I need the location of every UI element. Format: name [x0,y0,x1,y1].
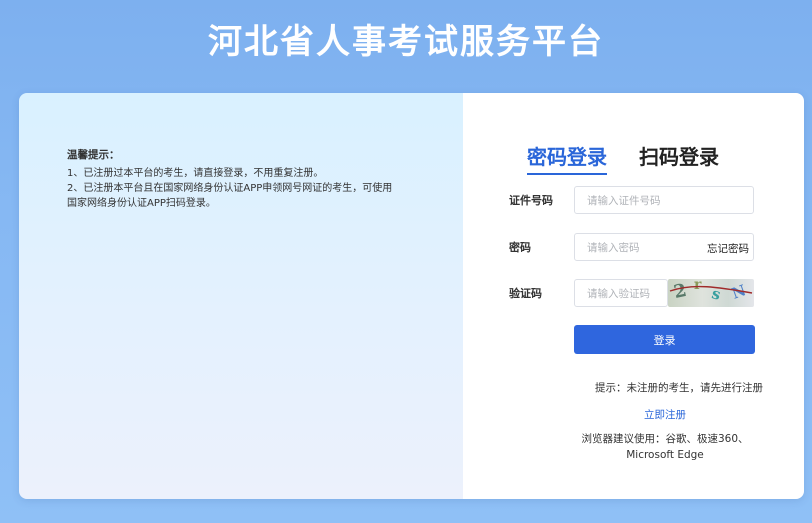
notice-panel: 温馨提示： 1、已注册过本平台的考生，请直接登录，不用重复注册。 2、已注册本平… [19,93,463,499]
notice-line-2: 2、已注册本平台且在国家网络身份认证APP申领网号网证的考生，可使用国家网络身份… [67,183,393,209]
tab-qrcode-login[interactable]: 扫码登录 [639,141,719,175]
captcha-placeholder: 请输入验证码 [587,287,650,300]
captcha-image[interactable]: 2 r s N [668,279,754,307]
password-row: 密码 请输入密码 忘记密码 [509,233,754,261]
register-link[interactable]: 立即注册 [573,407,757,422]
notice-line-1: 1、已注册过本平台的考生，请直接登录，不用重复注册。 [67,168,324,179]
browser-line-1: 浏览器建议使用：谷歌、极速360、 [581,433,749,445]
id-placeholder: 请输入证件号码 [587,194,661,207]
register-tip: 提示：未注册的考生，请先进行注册 [595,382,763,394]
forgot-password-link[interactable]: 忘记密码 [707,241,749,256]
password-label: 密码 [509,241,531,254]
id-row: 证件号码 请输入证件号码 [509,186,754,214]
captcha-label: 验证码 [509,287,542,300]
captcha-row: 验证码 请输入验证码 2 r s N [509,279,754,307]
login-card: 温馨提示： 1、已注册过本平台的考生，请直接登录，不用重复注册。 2、已注册本平… [19,93,804,499]
password-placeholder: 请输入密码 [587,241,640,254]
page-title: 河北省人事考试服务平台 [208,22,604,62]
captcha-input[interactable]: 请输入验证码 [574,279,668,307]
id-label: 证件号码 [509,194,553,207]
tab-password-login[interactable]: 密码登录 [527,141,607,175]
id-number-input[interactable]: 请输入证件号码 [574,186,754,214]
captcha-noise-line [669,285,753,294]
browser-line-2: Microsoft Edge [626,449,704,461]
login-tabs: 密码登录 扫码登录 [527,141,719,175]
browser-recommendation: 浏览器建议使用：谷歌、极速360、 Microsoft Edge [573,431,757,463]
password-input[interactable]: 请输入密码 忘记密码 [574,233,754,261]
login-button[interactable]: 登录 [574,325,755,354]
notice-title: 温馨提示： [67,149,120,161]
notice: 温馨提示： 1、已注册过本平台的考生，请直接登录，不用重复注册。 2、已注册本平… [67,148,397,211]
login-panel: 密码登录 扫码登录 证件号码 请输入证件号码 密码 请输入密码 忘记密码 验证码… [463,93,804,499]
